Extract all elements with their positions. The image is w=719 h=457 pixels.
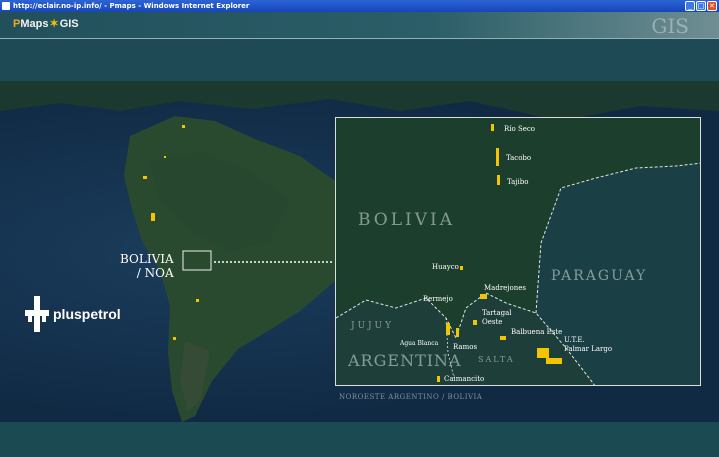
close-button[interactable]: ✕ [707, 1, 717, 11]
field-label[interactable]: Río Seco [504, 125, 535, 133]
ie-icon [2, 2, 10, 10]
field-label[interactable]: U.T.E. [564, 336, 585, 344]
star-icon: ✶ [49, 18, 59, 30]
field-label[interactable]: Tajibo [507, 178, 528, 186]
country-label-argentina: ARGENTINA [348, 351, 462, 370]
field-label[interactable]: Tacobo [506, 154, 531, 162]
bolivia-noa-callout[interactable]: BOLIVIA / NOA [120, 252, 174, 280]
inset-map[interactable]: BOLIVIA PARAGUAY ARGENTINA JUJUY SALTA R… [335, 117, 701, 386]
field-label[interactable]: Oeste [482, 318, 502, 326]
app-header: PMaps✶GIS GIS [0, 12, 719, 38]
callout-line-2: / NOA [136, 266, 174, 280]
map-caption: NOROESTE ARGENTINO / BOLIVIA [339, 393, 483, 401]
logo-maps: Maps [20, 18, 49, 30]
province-label-jujuy: JUJUY [351, 321, 395, 331]
pluspetrol-logo: pluspetrol [25, 296, 121, 332]
field-label[interactable]: Agua Blanca [400, 340, 438, 347]
window-titlebar: http://eclair.no-ip.info/ - Pmaps - Wind… [0, 0, 719, 12]
field-label[interactable]: Ramos [453, 343, 477, 351]
gis-watermark: GIS [651, 14, 689, 38]
pmaps-gis-logo[interactable]: PMaps✶GIS [13, 17, 79, 30]
field-label[interactable]: Huayco [432, 263, 459, 271]
maximize-button[interactable]: □ [696, 1, 706, 11]
field-label[interactable]: Madrejones [484, 284, 526, 292]
logo-gis: GIS [59, 18, 79, 30]
field-label[interactable]: Bermejo [423, 295, 453, 303]
field-label[interactable]: Palmar Largo [564, 345, 612, 353]
country-label-paraguay: PARAGUAY [551, 268, 648, 284]
window-title: http://eclair.no-ip.info/ - Pmaps - Wind… [13, 2, 250, 10]
field-label[interactable]: Caimancito [444, 375, 484, 383]
province-label-salta: SALTA [478, 355, 515, 364]
callout-line-1: BOLIVIA [120, 252, 174, 266]
pluspetrol-wordmark: pluspetrol [53, 306, 121, 322]
toolbar-strip [0, 39, 719, 81]
minimize-button[interactable]: _ [685, 1, 695, 11]
bottom-bar [0, 422, 719, 457]
field-label[interactable]: Tartagal [482, 309, 512, 317]
country-label-bolivia: BOLIVIA [358, 210, 456, 230]
field-label[interactable]: Balbuena Este [511, 328, 562, 336]
pluspetrol-emblem-icon [25, 296, 49, 332]
